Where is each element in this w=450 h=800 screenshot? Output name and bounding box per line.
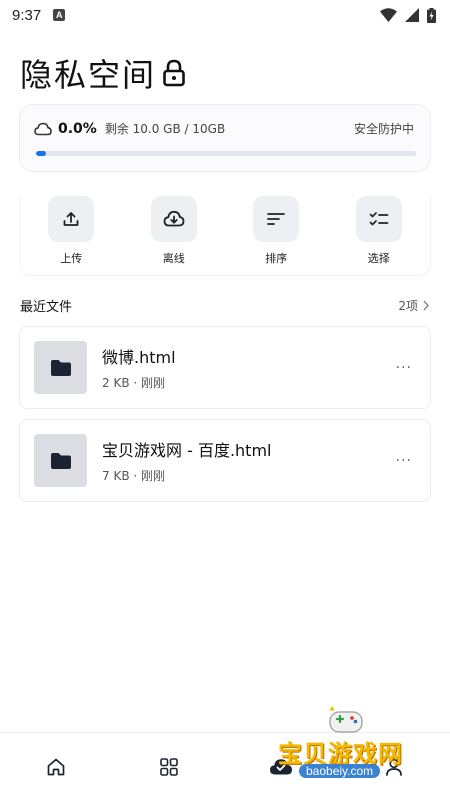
- file-meta: 7 KB · 刚刚: [102, 469, 165, 483]
- wifi-icon: [380, 8, 397, 22]
- file-info: 宝贝游戏网 - 百度.html 7 KB · 刚刚: [102, 437, 430, 484]
- file-item[interactable]: 微博.html 2 KB · 刚刚 ···: [19, 326, 431, 409]
- file-thumbnail: [34, 434, 87, 487]
- nav-apps[interactable]: [113, 733, 226, 800]
- file-name: 微博.html: [102, 348, 176, 367]
- storage-info: 0.0% 剩余 10.0 GB / 10GB: [34, 120, 225, 137]
- battery-icon: [427, 7, 436, 23]
- folder-icon: [50, 359, 71, 376]
- more-options-button[interactable]: ···: [396, 360, 412, 376]
- storage-progress-bar: [36, 151, 416, 156]
- upload-icon: [63, 212, 79, 226]
- sort-label: 排序: [265, 252, 288, 265]
- recent-files-count: 2项: [398, 299, 418, 313]
- home-icon: [47, 758, 65, 775]
- notification-icon: A: [53, 9, 66, 21]
- storage-percent: 0.0%: [58, 120, 97, 137]
- nav-home[interactable]: [0, 733, 113, 800]
- sort-icon-box: [253, 196, 300, 242]
- status-icons: [380, 7, 436, 23]
- status-bar: 9:37 A: [0, 0, 450, 30]
- more-options-button[interactable]: ···: [396, 453, 412, 469]
- offline-icon-box: [150, 196, 197, 242]
- page-title-row: 隐私空间: [20, 50, 186, 96]
- storage-remaining: 剩余 10.0 GB / 10GB: [104, 122, 226, 136]
- sort-button[interactable]: 排序: [225, 196, 328, 275]
- file-thumbnail: [34, 341, 87, 394]
- select-label: 选择: [367, 252, 390, 265]
- cloud-download-icon: [163, 210, 185, 227]
- folder-icon: [50, 452, 71, 469]
- storage-row: 0.0% 剩余 10.0 GB / 10GB 安全防护中: [34, 120, 414, 137]
- quick-actions: 上传 离线 排序 选择: [19, 196, 431, 276]
- status-left: 9:37 A: [12, 6, 66, 24]
- sort-icon: [267, 213, 286, 225]
- recent-files-more[interactable]: 2项: [398, 297, 430, 314]
- grid-icon: [159, 757, 178, 776]
- page-title: 隐私空间: [20, 56, 157, 94]
- upload-icon-box: [48, 196, 95, 242]
- security-status: 安全防护中: [353, 122, 414, 136]
- watermark-url: baobeiy.com: [299, 764, 381, 778]
- offline-download-button[interactable]: 离线: [123, 196, 226, 275]
- cloud-icon: [34, 122, 52, 135]
- cell-signal-icon: [405, 8, 419, 22]
- status-time: 9:37: [12, 6, 42, 24]
- gamepad-icon: [329, 706, 363, 733]
- watermark: 宝贝游戏网 baobeiy.com: [264, 704, 424, 796]
- file-info: 微博.html 2 KB · 刚刚: [102, 344, 430, 391]
- file-meta: 2 KB · 刚刚: [102, 376, 165, 390]
- lock-icon: [163, 59, 185, 87]
- upload-button[interactable]: 上传: [20, 196, 123, 275]
- offline-label: 离线: [162, 252, 185, 265]
- select-icon-box: [355, 196, 402, 242]
- file-name: 宝贝游戏网 - 百度.html: [102, 441, 272, 460]
- recent-files-title: 最近文件: [20, 300, 73, 315]
- storage-progress-fill: [36, 151, 46, 156]
- storage-card[interactable]: 0.0% 剩余 10.0 GB / 10GB 安全防护中: [19, 104, 431, 172]
- recent-files-header: 最近文件 2项: [20, 296, 430, 315]
- chevron-right-icon: [423, 300, 429, 311]
- select-button[interactable]: 选择: [328, 196, 431, 275]
- upload-label: 上传: [60, 252, 83, 265]
- checklist-icon: [369, 212, 389, 226]
- file-item[interactable]: 宝贝游戏网 - 百度.html 7 KB · 刚刚 ···: [19, 419, 431, 502]
